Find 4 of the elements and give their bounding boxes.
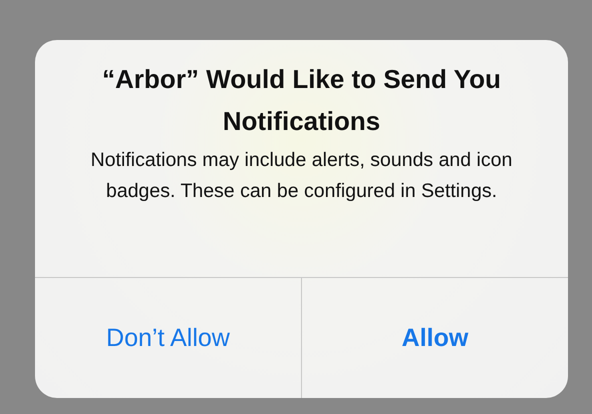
dont-allow-button[interactable]: Don’t Allow (35, 278, 301, 398)
alert-message: Notifications may include alerts, sounds and icon badges. These can be configured in Settings. (90, 148, 514, 204)
alert-title: “Arbor” Would Like to Send You Notifications (102, 63, 502, 138)
allow-button[interactable]: Allow (301, 278, 568, 398)
